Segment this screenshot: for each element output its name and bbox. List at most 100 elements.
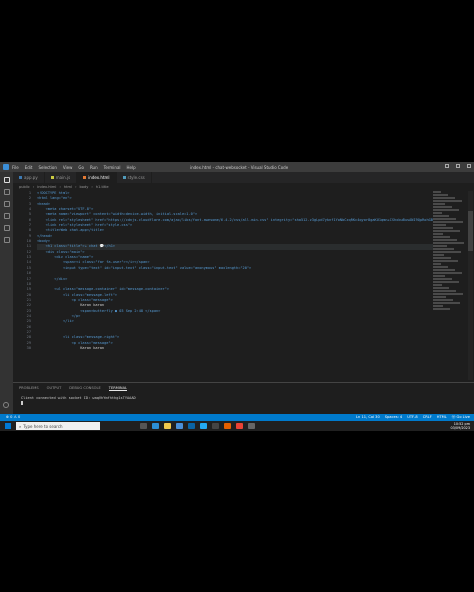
run-debug-icon[interactable] xyxy=(3,213,10,219)
menu-edit[interactable]: Edit xyxy=(25,165,33,170)
tab-app-py[interactable]: app.py xyxy=(13,172,45,183)
menu-go[interactable]: Go xyxy=(78,165,84,170)
python-file-icon xyxy=(19,176,22,179)
tab-problems[interactable]: PROBLEMS xyxy=(19,386,39,391)
minimap-line xyxy=(433,254,444,256)
minimap-line xyxy=(433,257,451,259)
file-explorer-icon[interactable] xyxy=(164,423,171,429)
extensions-icon[interactable] xyxy=(3,225,10,231)
minimap-line xyxy=(433,212,442,214)
tab-style-css[interactable]: style.css xyxy=(117,172,152,183)
chrome-icon[interactable] xyxy=(236,423,243,429)
windows-start-icon[interactable] xyxy=(5,423,11,429)
search-icon: ⌕ xyxy=(19,423,22,429)
minimap-line xyxy=(433,233,443,235)
code-area[interactable]: <!DOCTYPE html> <html lang="en"> <head> <m… xyxy=(37,191,433,351)
minimap-line xyxy=(433,206,452,208)
tab-output[interactable]: OUTPUT xyxy=(47,386,62,391)
system-tray[interactable]: 10:52 pm 03/09/2023 xyxy=(450,422,470,430)
minimap-line xyxy=(433,239,457,241)
tab-debug-console[interactable]: DEBUG CONSOLE xyxy=(69,386,100,391)
minimap-line xyxy=(433,305,443,307)
minimap-line xyxy=(433,287,449,289)
explorer-icon[interactable] xyxy=(3,177,10,183)
minimap-line xyxy=(433,218,456,220)
minimap[interactable] xyxy=(433,191,467,380)
minimap-line xyxy=(433,266,448,268)
css-file-icon xyxy=(122,176,126,179)
minimap-line xyxy=(433,197,455,199)
minimap-line xyxy=(433,260,458,262)
minimize-button[interactable] xyxy=(445,164,449,168)
code-editor[interactable]: 1 2 3 4 5 6 7 8 9 10 11 12 13 14 15 16 17 18 19 20 21 22 23 24 2… xyxy=(13,191,433,380)
minimap-line xyxy=(433,263,441,265)
vscode-logo-icon xyxy=(3,164,9,170)
menu-bar: File Edit Selection View Go Run Terminal… xyxy=(12,165,136,170)
minimap-line xyxy=(433,194,448,196)
status-right: Ln 11, Col 30 Spaces: 4 UTF-8 CRLF HTML … xyxy=(356,415,470,420)
vscode-window: File Edit Selection View Go Run Terminal… xyxy=(0,162,474,431)
status-encoding[interactable]: UTF-8 xyxy=(407,415,417,420)
line-number-gutter: 1 2 3 4 5 6 7 8 9 10 11 12 13 14 15 16 17 18 19 20 21 22 23 24 2… xyxy=(13,191,31,351)
minimap-line xyxy=(433,251,461,253)
store-icon[interactable] xyxy=(176,423,183,429)
taskbar-search-placeholder: Type here to search xyxy=(23,423,63,429)
minimap-line xyxy=(433,290,456,292)
menu-terminal[interactable]: Terminal xyxy=(104,165,121,170)
maximize-button[interactable] xyxy=(456,164,460,168)
terminal-prompt xyxy=(21,401,466,407)
tab-index-html[interactable]: index.html xyxy=(77,172,117,183)
tab-main-js[interactable]: main.js xyxy=(45,172,78,183)
minimap-line xyxy=(433,215,449,217)
minimap-line xyxy=(433,302,460,304)
app-icon[interactable] xyxy=(248,423,255,429)
status-go-live[interactable]: ⓦ Go Live xyxy=(452,415,470,420)
status-eol[interactable]: CRLF xyxy=(423,415,432,420)
menu-selection[interactable]: Selection xyxy=(38,165,56,170)
minimap-line xyxy=(433,209,459,211)
terminal-cursor xyxy=(21,401,23,405)
breadcrumb-item[interactable]: html xyxy=(64,185,72,189)
status-problems[interactable]: ⊗ 0 ⚠ 0 xyxy=(6,415,20,419)
minimap-line xyxy=(433,248,454,250)
minimap-line xyxy=(433,269,455,271)
status-indentation[interactable]: Spaces: 4 xyxy=(385,415,402,420)
activity-bar xyxy=(0,172,13,414)
task-view-icon[interactable] xyxy=(140,423,147,429)
edge-icon[interactable] xyxy=(152,423,159,429)
minimap-line xyxy=(433,281,459,283)
windows-taskbar: ⌕ Type here to search 10:52 pm 03/09/202… xyxy=(0,421,474,431)
minimap-line xyxy=(433,293,463,295)
minimap-line xyxy=(433,272,462,274)
menu-run[interactable]: Run xyxy=(90,165,98,170)
editor-scrollbar[interactable] xyxy=(468,191,473,380)
menu-help[interactable]: Help xyxy=(127,165,136,170)
code-line[interactable]: Karan karan xyxy=(37,346,433,351)
scrollbar-thumb[interactable] xyxy=(468,211,473,251)
mail-icon[interactable] xyxy=(188,423,195,429)
breadcrumb-item[interactable]: index.html xyxy=(37,185,56,189)
minimap-line xyxy=(433,275,445,277)
breadcrumb-item[interactable]: body xyxy=(80,185,89,189)
taskbar-search[interactable]: ⌕ Type here to search xyxy=(16,422,100,430)
source-control-icon[interactable] xyxy=(3,201,10,207)
search-icon[interactable] xyxy=(3,189,10,195)
minimap-line xyxy=(433,221,463,223)
window-controls xyxy=(445,164,471,168)
app-icon[interactable] xyxy=(212,423,219,429)
firefox-icon[interactable] xyxy=(224,423,231,429)
status-cursor-position[interactable]: Ln 11, Col 30 xyxy=(356,415,380,420)
terminal[interactable]: Client connected with socket ID: waqVhYm… xyxy=(13,394,474,409)
menu-view[interactable]: View xyxy=(63,165,73,170)
close-button[interactable] xyxy=(467,164,471,168)
breadcrumb-item[interactable]: public xyxy=(19,185,30,189)
manage-gear-icon[interactable] xyxy=(3,402,9,408)
minimap-line xyxy=(433,245,447,247)
minimap-line xyxy=(433,278,452,280)
status-language[interactable]: HTML xyxy=(437,415,447,420)
remote-explorer-icon[interactable] xyxy=(3,237,10,243)
tab-terminal[interactable]: TERMINAL xyxy=(108,386,128,391)
breadcrumb-item[interactable]: h1.title xyxy=(96,185,109,189)
menu-file[interactable]: File xyxy=(12,165,19,170)
vscode-taskbar-icon[interactable] xyxy=(200,423,207,429)
